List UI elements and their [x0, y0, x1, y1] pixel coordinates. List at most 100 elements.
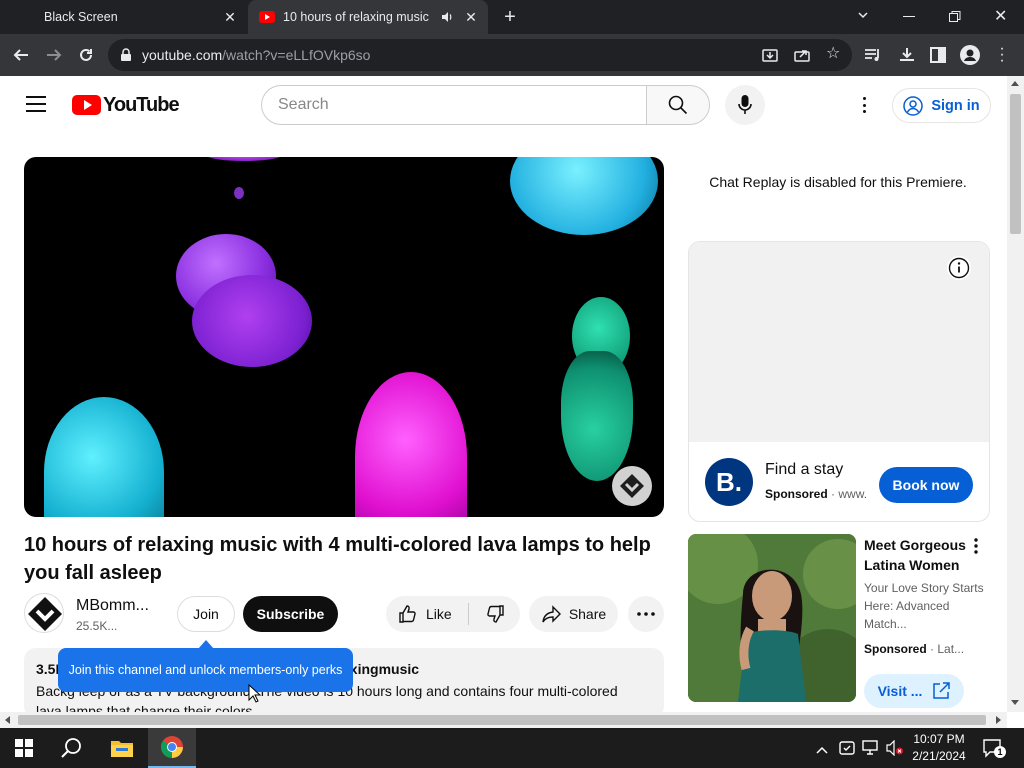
more-actions-button[interactable] [628, 596, 664, 632]
voice-search-button[interactable] [725, 85, 765, 125]
channel-avatar[interactable] [24, 593, 64, 633]
tab-youtube[interactable]: 10 hours of relaxing music w ✕ [248, 0, 488, 34]
visit-label: Visit ... [877, 683, 923, 699]
new-tab-icon[interactable]: + [500, 7, 520, 27]
scroll-right-arrow-icon[interactable] [996, 716, 1001, 724]
scroll-up-arrow-icon[interactable] [1011, 81, 1019, 86]
channel-watermark-icon[interactable] [612, 466, 652, 506]
close-icon[interactable]: ✕ [462, 8, 480, 26]
hashtag-link[interactable]: axingmusic [342, 661, 419, 677]
speaker-icon[interactable] [440, 10, 454, 24]
dislike-button[interactable] [469, 596, 520, 632]
booking-ad-card[interactable]: B. Find a stay Sponsored · www. Book now [688, 241, 990, 522]
restore-icon[interactable] [949, 10, 961, 22]
share-button[interactable]: Share [529, 596, 618, 632]
join-tooltip: Join this channel and unlock members-onl… [58, 648, 353, 692]
ad-image[interactable] [689, 242, 989, 442]
lava-blob [234, 187, 244, 199]
clock-time: 10:07 PM [913, 732, 965, 746]
mouse-cursor-icon [248, 683, 262, 704]
profile-icon[interactable] [960, 45, 980, 65]
search-button[interactable] [646, 85, 710, 125]
tab-title: 10 hours of relaxing music w [283, 10, 432, 24]
horizontal-scrollbar[interactable] [0, 712, 1007, 728]
ad-domain: www. [838, 487, 868, 501]
tooltip-text: Join this channel and unlock members-onl… [68, 663, 343, 677]
file-explorer-icon[interactable] [98, 728, 146, 768]
youtube-header: YouTube Search Sign in [0, 76, 1006, 134]
downloads-icon[interactable] [898, 46, 916, 64]
join-button[interactable]: Join [177, 596, 235, 632]
search-icon [668, 95, 688, 115]
minimize-icon[interactable] [903, 16, 915, 17]
view-stats: 3.5I [36, 661, 60, 677]
subscribe-button[interactable]: Subscribe [243, 596, 338, 632]
ad-description: Your Love Story Starts Here: Advanced Ma… [864, 581, 984, 631]
tab-black-screen[interactable]: Black Screen ✕ [0, 0, 247, 34]
close-icon[interactable]: ✕ [221, 8, 239, 26]
bookmark-star-icon[interactable]: ☆ [826, 46, 842, 62]
visit-site-button[interactable]: Visit ... [864, 674, 964, 708]
more-horizontal-icon [637, 612, 655, 616]
chrome-taskbar-icon[interactable] [148, 728, 196, 768]
lock-icon[interactable] [120, 48, 132, 62]
channel-name[interactable]: MBomm... [76, 597, 149, 615]
lava-blob [44, 397, 164, 517]
lava-blob [561, 351, 633, 481]
address-bar[interactable]: youtube.com/watch?v=eLLfOVkp6so ☆ [108, 39, 852, 71]
share-page-icon[interactable] [794, 47, 810, 63]
advertiser-logo[interactable]: B. [705, 458, 753, 506]
media-control-icon[interactable] [864, 47, 882, 63]
network-icon[interactable] [862, 740, 880, 756]
system-clock[interactable]: 10:07 PM 2/21/2024 [908, 731, 970, 765]
window-close-icon[interactable]: ✕ [994, 6, 1008, 25]
vertical-scrollbar[interactable] [1007, 76, 1024, 712]
video-player[interactable] [24, 157, 664, 517]
info-icon[interactable] [947, 256, 971, 280]
taskbar-search-icon[interactable] [48, 728, 96, 768]
youtube-favicon-icon [259, 11, 275, 23]
search-input[interactable]: Search [261, 85, 647, 125]
url-text[interactable]: youtube.com/watch?v=eLLfOVkp6so [142, 47, 370, 63]
windows-start-icon[interactable] [0, 728, 48, 768]
sign-in-label: Sign in [931, 97, 980, 114]
install-icon[interactable] [762, 47, 778, 63]
tab-search-icon[interactable] [856, 8, 872, 24]
scroll-down-arrow-icon[interactable] [1011, 700, 1019, 705]
scrollbar-thumb[interactable] [1010, 94, 1021, 234]
hamburger-menu-icon[interactable] [26, 96, 46, 112]
ad-sponsored-line: Sponsored · Lat... [864, 642, 965, 656]
more-vertical-icon[interactable] [966, 536, 986, 556]
ad-domain: Lat... [937, 642, 965, 656]
lava-blob [192, 275, 312, 367]
url-host: youtube.com [142, 47, 223, 63]
external-link-icon [933, 682, 951, 699]
scrollbar-thumb[interactable] [18, 715, 986, 725]
sign-in-button[interactable]: Sign in [892, 88, 991, 123]
side-panel-icon[interactable] [930, 47, 946, 63]
lava-blob [510, 157, 658, 235]
ad-title[interactable]: Meet Gorgeous Latina Women [864, 535, 974, 575]
settings-menu-icon[interactable] [858, 94, 870, 116]
browser-toolbar: youtube.com/watch?v=eLLfOVkp6so ☆ · · · [0, 34, 1024, 76]
sponsored-label: Sponsored [765, 487, 828, 501]
chrome-menu-icon[interactable]: · · · [996, 41, 1008, 69]
notification-center-icon[interactable]: 1 [982, 738, 1006, 758]
volume-muted-icon[interactable] [886, 739, 904, 757]
thumbs-up-icon [399, 605, 416, 623]
book-now-button[interactable]: Book now [879, 467, 973, 503]
windows-taskbar: 10:07 PM 2/21/2024 1 [0, 728, 1024, 768]
microphone-icon [738, 95, 752, 114]
like-button[interactable]: Like [386, 596, 468, 632]
forward-icon[interactable] [41, 42, 67, 68]
sync-icon[interactable] [838, 739, 856, 757]
ad-thumbnail[interactable] [688, 534, 856, 702]
ad-title[interactable]: Find a stay [765, 461, 843, 479]
youtube-logo[interactable]: YouTube [72, 94, 180, 116]
reload-icon[interactable] [73, 42, 99, 68]
back-icon[interactable] [8, 42, 34, 68]
show-hidden-icons-icon[interactable] [816, 742, 828, 754]
scroll-left-arrow-icon[interactable] [5, 716, 10, 724]
browser-tab-bar: Black Screen ✕ 10 hours of relaxing musi… [0, 0, 1024, 34]
share-label: Share [568, 606, 607, 622]
